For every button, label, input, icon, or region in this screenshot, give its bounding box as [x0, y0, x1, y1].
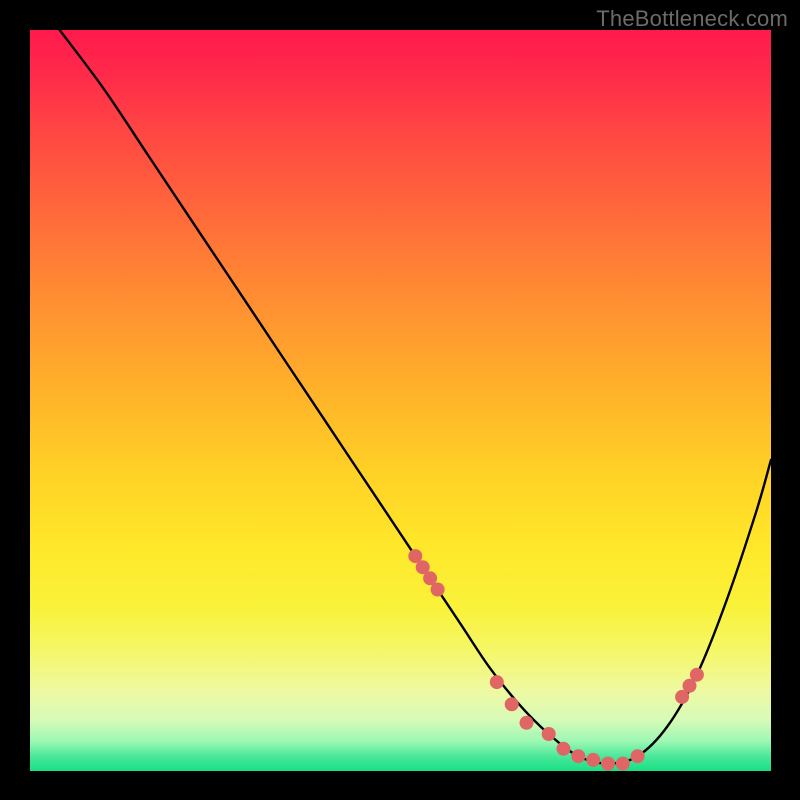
scatter-point [490, 675, 504, 689]
scatter-point [520, 716, 534, 730]
scatter-point [571, 749, 585, 763]
chart-plot-area [30, 30, 771, 771]
scatter-point [542, 727, 556, 741]
scatter-point [431, 583, 445, 597]
scatter-point [631, 749, 645, 763]
scatter-point [586, 753, 600, 767]
chart-svg [30, 30, 771, 771]
scatter-point [690, 668, 704, 682]
scatter-point [601, 757, 615, 771]
watermark-text: TheBottleneck.com [596, 6, 788, 32]
scatter-point [616, 757, 630, 771]
scatter-point [505, 697, 519, 711]
bottleneck-curve [60, 30, 771, 764]
scatter-point [557, 742, 571, 756]
